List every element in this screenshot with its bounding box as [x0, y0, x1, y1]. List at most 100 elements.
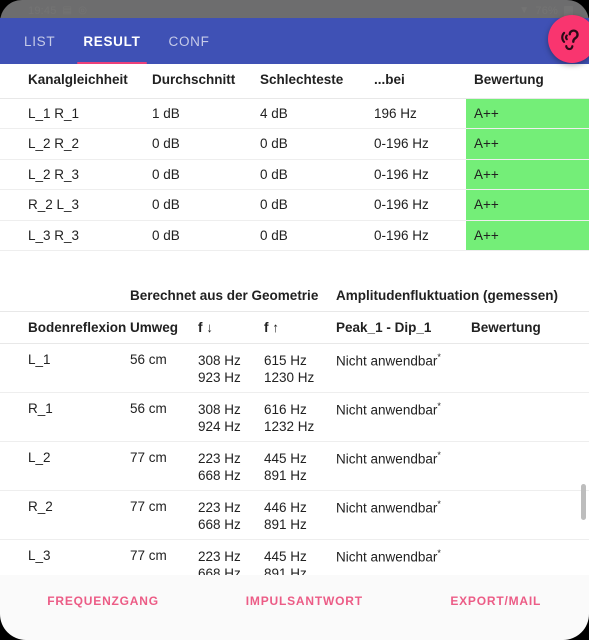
table-row[interactable]: R_1 56 cm 308 Hz 924 Hz 616 Hz 1232 Hz N… — [0, 392, 589, 442]
cell-f-up: 615 Hz 1230 Hz — [264, 343, 337, 393]
sim-icon: ▤ — [62, 5, 73, 16]
camera-icon: ◎ — [78, 5, 88, 16]
f-up-value-1: 615 Hz — [264, 352, 307, 368]
table-row[interactable]: R_2 L_3 0 dB 0 dB 0-196 Hz A++ — [0, 189, 589, 221]
measure-fab-button[interactable] — [548, 15, 589, 63]
cell-detour: 56 cm — [130, 392, 198, 442]
cell-channel: L_2 — [0, 441, 130, 491]
f-down-value-2: 668 Hz — [198, 516, 241, 532]
channel-table-header-row: Kanalgleichheit Durchschnitt Schlechtest… — [0, 66, 589, 99]
group-header-empty — [0, 281, 130, 312]
header-peak-dip: Peak_1 - Dip_1 — [336, 311, 472, 344]
cell-pair: L_3 R_3 — [0, 220, 152, 251]
table-row[interactable]: L_3 R_3 0 dB 0 dB 0-196 Hz A++ — [0, 220, 589, 251]
cell-f-up: 446 Hz 891 Hz — [264, 490, 337, 540]
table-row[interactable]: L_2 R_3 0 dB 0 dB 0-196 Hz A++ — [0, 159, 589, 190]
cell-f-down: 308 Hz 924 Hz — [198, 392, 264, 442]
f-down-value-2: 923 Hz — [198, 369, 241, 385]
f-up-value-2: 891 Hz — [264, 516, 307, 532]
f-up-value-1: 445 Hz — [264, 450, 307, 466]
ear-hearing-icon — [561, 29, 579, 51]
impulsantwort-button[interactable]: IMPULSANTWORT — [206, 594, 402, 622]
header-umweg: Umweg — [130, 311, 198, 344]
status-badge: A++ — [466, 159, 589, 190]
peak-dip-text: Nicht anwendbar — [336, 353, 438, 368]
group-header-geometry: Berechnet aus der Geometrie — [130, 281, 337, 312]
floor-table-header-row: Bodenreflexion Umweg f ↓ f ↑ Peak_1 - Di… — [0, 311, 589, 344]
f-up-value-2: 891 Hz — [264, 565, 307, 576]
scrollbar-thumb[interactable] — [581, 484, 586, 520]
table-row[interactable]: L_1 R_1 1 dB 4 dB 196 Hz A++ — [0, 98, 589, 129]
cell-at: 0-196 Hz — [374, 220, 466, 251]
cell-peak-dip: Nicht anwendbar* — [336, 392, 472, 442]
peak-dip-footnote-marker: * — [437, 351, 441, 362]
cell-average: 0 dB — [152, 159, 260, 190]
header-bei: ...bei — [374, 66, 466, 99]
header-bewertung-2: Bewertung — [471, 311, 589, 344]
f-up-value-1: 616 Hz — [264, 401, 307, 417]
cell-f-down: 223 Hz 668 Hz — [198, 490, 264, 540]
cell-f-up: 616 Hz 1232 Hz — [264, 392, 337, 442]
table-row[interactable]: R_2 77 cm 223 Hz 668 Hz 446 Hz 891 Hz Ni… — [0, 490, 589, 540]
channel-equality-table: Kanalgleichheit Durchschnitt Schlechtest… — [0, 66, 589, 281]
bottom-action-bar: FREQUENZGANG IMPULSANTWORT EXPORT/MAIL — [0, 575, 589, 640]
cell-channel: R_2 — [0, 490, 130, 540]
f-down-value-2: 668 Hz — [198, 467, 241, 483]
status-bar-time: 19:45 — [28, 5, 57, 17]
f-down-value-2: 668 Hz — [198, 565, 241, 576]
f-up-value-2: 891 Hz — [264, 467, 307, 483]
cell-channel: R_1 — [0, 392, 130, 442]
cell-average: 1 dB — [152, 98, 260, 129]
battery-percent-label: 76% — [535, 5, 558, 17]
scrollbar[interactable] — [581, 64, 586, 575]
table-row[interactable]: L_1 56 cm 308 Hz 923 Hz 615 Hz 1230 Hz N… — [0, 343, 589, 393]
tab-list[interactable]: LIST — [10, 18, 69, 64]
cell-pair: R_2 L_3 — [0, 189, 152, 221]
spacer-cell — [0, 251, 589, 282]
table-row[interactable]: L_2 77 cm 223 Hz 668 Hz 445 Hz 891 Hz Ni… — [0, 441, 589, 491]
results-content[interactable]: Kanalgleichheit Durchschnitt Schlechtest… — [0, 64, 589, 575]
cell-detour: 77 cm — [130, 539, 198, 575]
f-down-value-1: 223 Hz — [198, 548, 241, 564]
cell-channel: L_3 — [0, 539, 130, 575]
tab-result-label: RESULT — [83, 33, 141, 49]
f-up-value-2: 1230 Hz — [264, 369, 315, 385]
frequenzgang-button[interactable]: FREQUENZGANG — [0, 594, 206, 622]
f-up-value-2: 1232 Hz — [264, 418, 315, 434]
cell-detour: 56 cm — [130, 343, 198, 393]
cell-peak-dip: Nicht anwendbar* — [336, 490, 472, 540]
cell-worst: 0 dB — [260, 159, 374, 190]
cell-f-down: 223 Hz 668 Hz — [198, 441, 264, 491]
table-row[interactable]: L_2 R_2 0 dB 0 dB 0-196 Hz A++ — [0, 128, 589, 160]
cell-rating — [471, 539, 589, 575]
cell-rating — [471, 392, 589, 442]
floor-table-group-header-row: Berechnet aus der Geometrie Amplitudenfl… — [0, 281, 589, 312]
f-down-value-1: 223 Hz — [198, 450, 241, 466]
cell-peak-dip: Nicht anwendbar* — [336, 441, 472, 491]
cell-peak-dip: Nicht anwendbar* — [336, 343, 472, 393]
cell-rating — [471, 441, 589, 491]
cell-at: 196 Hz — [374, 98, 466, 129]
tab-conf-label: CONF — [168, 33, 210, 49]
cell-rating — [471, 343, 589, 393]
f-down-value-1: 308 Hz — [198, 352, 241, 368]
peak-dip-text: Nicht anwendbar — [336, 549, 438, 564]
wifi-icon: ▼ — [519, 5, 530, 16]
status-badge: A++ — [466, 189, 589, 221]
tab-conf[interactable]: CONF — [155, 18, 224, 64]
cell-at: 0-196 Hz — [374, 189, 466, 221]
header-bewertung: Bewertung — [466, 66, 589, 99]
tab-list-label: LIST — [24, 33, 56, 49]
channel-table-body: L_1 R_1 1 dB 4 dB 196 Hz A++ L_2 R_2 0 d… — [0, 98, 589, 281]
table-row[interactable]: L_3 77 cm 223 Hz 668 Hz 445 Hz 891 Hz Ni… — [0, 539, 589, 575]
peak-dip-footnote-marker: * — [437, 498, 441, 509]
f-down-value-2: 924 Hz — [198, 418, 241, 434]
export-mail-button[interactable]: EXPORT/MAIL — [402, 594, 589, 622]
group-header-amplitude: Amplitudenfluktuation (gemessen) — [336, 281, 589, 312]
cell-f-down: 223 Hz 668 Hz — [198, 539, 264, 575]
cell-f-up: 445 Hz 891 Hz — [264, 441, 337, 491]
f-up-value-1: 445 Hz — [264, 548, 307, 564]
floor-reflection-table: Berechnet aus der Geometrie Amplitudenfl… — [0, 281, 589, 575]
tab-result[interactable]: RESULT — [69, 18, 154, 64]
cell-f-down: 308 Hz 923 Hz — [198, 343, 264, 393]
